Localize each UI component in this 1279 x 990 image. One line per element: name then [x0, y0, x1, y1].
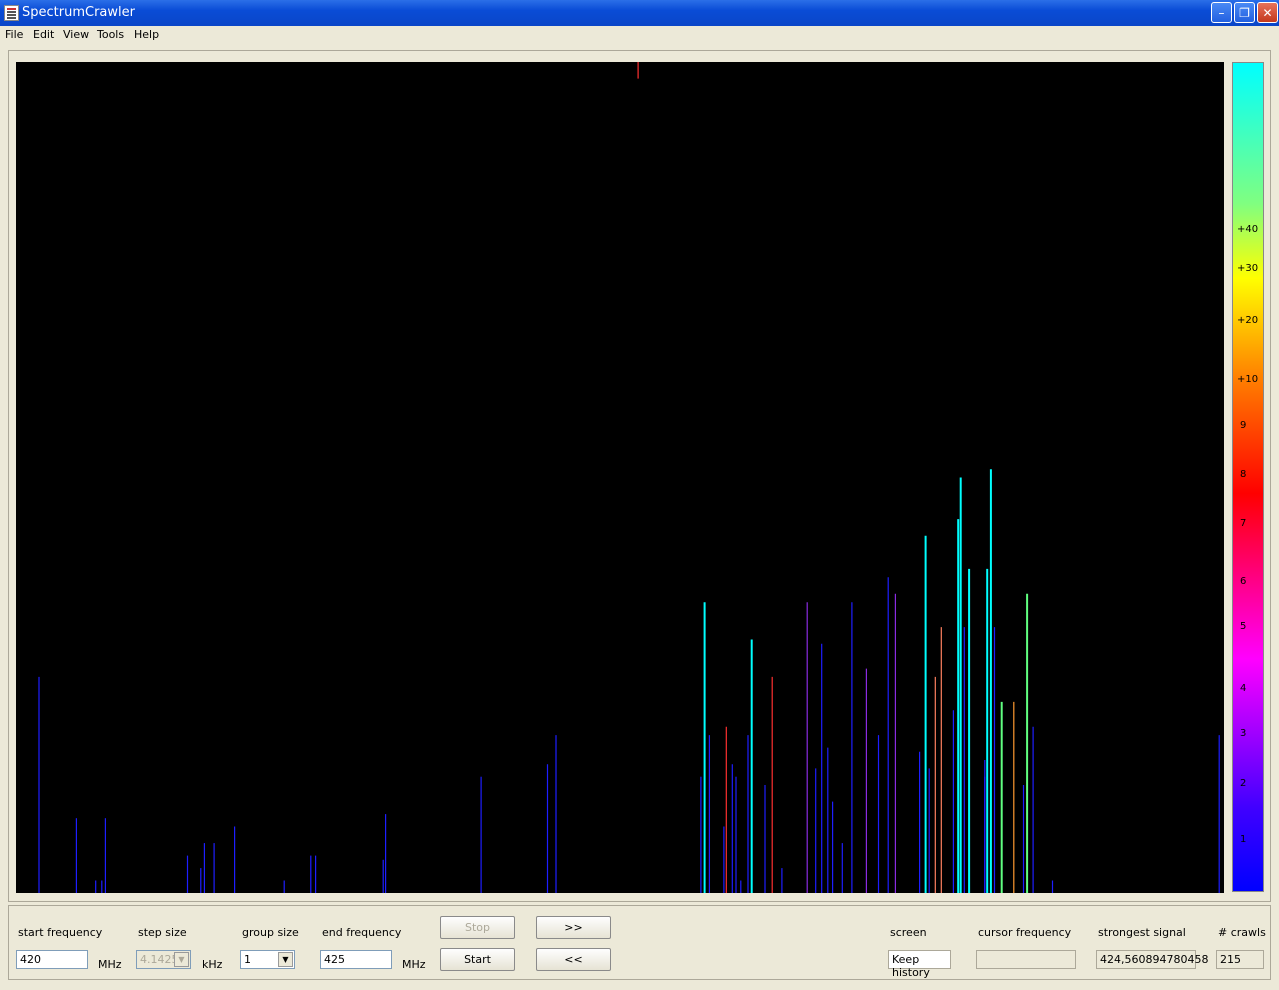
legend-label: 7: [1240, 518, 1247, 529]
cursor-frequency-label: cursor frequency: [978, 926, 1072, 939]
forward-button[interactable]: >>: [536, 916, 611, 939]
legend-label: 9: [1240, 420, 1247, 431]
spectrum-plot[interactable]: [16, 62, 1224, 893]
legend-label: 5: [1240, 621, 1247, 632]
controls-panel: [8, 905, 1271, 980]
legend-label: 8: [1240, 469, 1247, 480]
legend-label: +20: [1237, 315, 1259, 326]
minimize-icon[interactable]: –: [1211, 2, 1232, 23]
legend-label: +40: [1237, 224, 1259, 235]
legend-label: 3: [1240, 728, 1247, 739]
screen-label: screen: [890, 926, 927, 939]
spectrum-svg: [38, 62, 1220, 893]
menu-tools[interactable]: Tools: [97, 28, 124, 41]
window-title: SpectrumCrawler: [22, 5, 135, 20]
step-size-label: step size: [138, 926, 187, 939]
color-scale-bar: [1232, 62, 1264, 892]
menu-bar: File Edit View Tools Help: [0, 26, 1279, 46]
close-icon[interactable]: ✕: [1257, 2, 1278, 23]
menu-view[interactable]: View: [63, 28, 89, 41]
back-button[interactable]: <<: [536, 948, 611, 971]
step-unit-label: kHz: [202, 958, 223, 971]
cursor-frequency-field: [976, 950, 1076, 969]
maximize-icon[interactable]: ❐: [1234, 2, 1255, 23]
legend-label: +30: [1237, 263, 1259, 274]
title-bar: SpectrumCrawler – ❐ ✕: [0, 0, 1279, 26]
start-frequency-input[interactable]: 420: [16, 950, 88, 969]
start-frequency-label: start frequency: [18, 926, 103, 939]
app-icon: [4, 5, 19, 21]
step-size-value: 4.1425: [140, 953, 179, 966]
end-frequency-input[interactable]: 425: [320, 950, 392, 969]
strongest-signal-field: 424,560894780458: [1096, 950, 1208, 969]
strongest-signal-label: strongest signal: [1098, 926, 1186, 939]
group-size-label: group size: [242, 926, 299, 939]
group-size-value: 1: [244, 953, 251, 966]
group-size-select[interactable]: 1 ▼: [240, 950, 295, 969]
menu-edit[interactable]: Edit: [33, 28, 54, 41]
legend-label: 4: [1240, 683, 1247, 694]
legend-label: 2: [1240, 778, 1247, 789]
screen-mode-field[interactable]: Keep history: [888, 950, 951, 979]
menu-file[interactable]: File: [5, 28, 23, 41]
step-size-select[interactable]: 4.1425 ▼: [136, 950, 191, 969]
legend-label: 1: [1240, 834, 1247, 845]
start-button[interactable]: Start: [440, 948, 515, 971]
end-frequency-label: end frequency: [322, 926, 402, 939]
legend-label: +10: [1237, 374, 1259, 385]
stop-button[interactable]: Stop: [440, 916, 515, 939]
end-unit-label: MHz: [402, 958, 426, 971]
start-unit-label: MHz: [98, 958, 122, 971]
legend-label: 6: [1240, 576, 1247, 587]
menu-help[interactable]: Help: [134, 28, 159, 41]
chevron-down-icon[interactable]: ▼: [278, 952, 293, 967]
crawls-field: 215: [1216, 950, 1264, 969]
crawls-label: # crawls: [1218, 926, 1266, 939]
chevron-down-icon[interactable]: ▼: [174, 952, 189, 967]
